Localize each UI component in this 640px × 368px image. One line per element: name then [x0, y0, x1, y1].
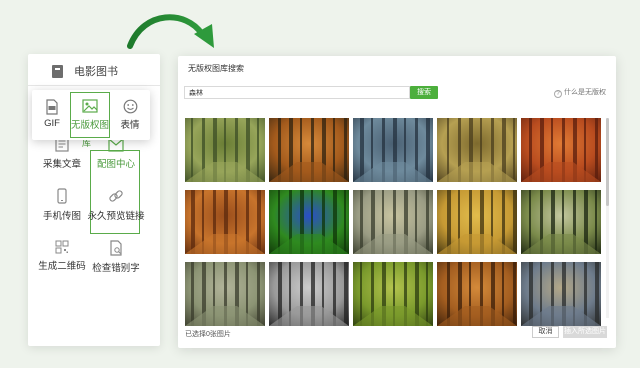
emoji-label: 表情 [120, 120, 140, 131]
book-icon [52, 65, 63, 78]
thumbnail-foggy-forest-road[interactable] [185, 262, 265, 326]
thumbnail-golden-autumn-trees[interactable] [437, 190, 517, 254]
question-icon: ? [554, 90, 562, 98]
thumbnail-black-white-fog[interactable] [269, 262, 349, 326]
thumbnail-sunbeam-forest[interactable] [521, 190, 601, 254]
spell-check-item[interactable]: 检查错别字 [86, 240, 146, 274]
help-link-label: 什么是无版权 [564, 89, 606, 96]
thumbnail-green-forest-path[interactable] [353, 262, 433, 326]
copyright-free-label: 无版权图 [71, 120, 110, 131]
movie-book-item[interactable]: 电影图书 [28, 54, 160, 86]
image-grid [185, 118, 607, 326]
thumbnail-blue-flower[interactable] [269, 190, 349, 254]
image-envelope-icon [108, 138, 124, 152]
help-link[interactable]: ? 什么是无版权 [554, 87, 606, 98]
phone-upload-label: 手机传图 [42, 211, 81, 222]
image-center-item[interactable]: 库 配图中心 [82, 136, 146, 170]
image-type-popup: GIF 无版权图 表情 [32, 90, 150, 140]
dialog-title: 无版权图库搜索 [188, 64, 244, 73]
thumbnail-autumn-forest-orange[interactable] [269, 118, 349, 182]
qrcode-item[interactable]: 生成二维码 [32, 240, 92, 272]
spell-check-label: 检查错别字 [92, 263, 140, 274]
phone-upload-item[interactable]: 手机传图 [32, 188, 92, 222]
copyright-free-item[interactable]: 无版权图 [70, 92, 110, 138]
thumbnail-autumn-orange-trees[interactable] [185, 190, 265, 254]
scrollbar-thumb[interactable] [606, 118, 609, 206]
permanent-link-item[interactable]: 永久预览链接 [86, 188, 146, 222]
movie-book-label: 电影图书 [74, 66, 118, 78]
thumbnail-red-autumn-forest[interactable] [521, 118, 601, 182]
gif-item[interactable]: GIF [34, 94, 70, 129]
qrcode-icon [55, 240, 69, 254]
selected-count: 已选择0张图片 [185, 331, 231, 338]
thumbnail-sunlit-forest-yellow[interactable] [437, 118, 517, 182]
gif-file-icon [46, 99, 58, 115]
smiley-icon [123, 99, 137, 114]
search-input[interactable] [184, 86, 410, 99]
thumbnail-people-in-forest[interactable] [521, 262, 601, 326]
image-center-label: 配图中心 [96, 159, 135, 170]
cancel-button[interactable]: 取消 [532, 326, 559, 338]
insert-selected-button[interactable]: 插入所选图片 [563, 326, 607, 338]
collect-article-label: 采集文章 [42, 159, 81, 170]
emoji-item[interactable]: 表情 [112, 94, 148, 131]
gif-label: GIF [44, 118, 60, 129]
image-icon [82, 99, 98, 113]
doc-check-icon [110, 240, 122, 256]
search-button[interactable]: 搜索 [410, 86, 438, 99]
thumbnail-autumn-forest-path[interactable] [437, 262, 517, 326]
thumbnail-blue-misty-forest[interactable] [353, 118, 433, 182]
thumbnail-forest-path-green[interactable] [185, 118, 265, 182]
permanent-link-label: 永久预览链接 [87, 211, 145, 222]
copyright-free-image-dialog: 无版权图库搜索 搜索 ?什么是无版权 [178, 56, 616, 348]
curved-arrow-icon [127, 14, 214, 49]
link-icon [109, 190, 123, 202]
phone-icon [57, 188, 67, 204]
thumbnail-misty-forest-person[interactable] [353, 190, 433, 254]
qrcode-label: 生成二维码 [38, 261, 86, 272]
